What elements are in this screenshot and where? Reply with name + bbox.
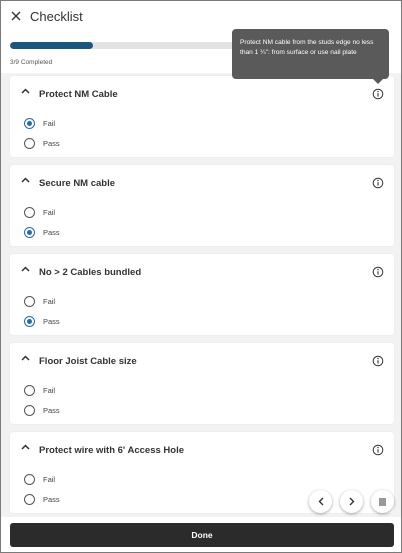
next-button[interactable]	[340, 490, 363, 513]
chevron-up-icon	[21, 177, 30, 183]
option-label: Fail	[43, 207, 56, 217]
fail-radio[interactable]	[24, 117, 35, 129]
checklist-item: No > 2 Cables bundled Fail Pass	[10, 254, 394, 335]
option-label: Pass	[43, 494, 60, 504]
checklist-item-header[interactable]: Protect wire with 6' Access Hole	[10, 432, 394, 462]
pass-radio[interactable]	[24, 137, 35, 149]
info-icon[interactable]	[372, 88, 384, 100]
checklist-item: Protect NM Cable Fail Pass	[10, 76, 394, 157]
pass-option[interactable]: Pass	[24, 314, 144, 328]
pass-radio[interactable]	[24, 493, 35, 505]
option-label: Fail	[43, 296, 56, 306]
list-menu-icon	[379, 498, 386, 505]
fail-radio[interactable]	[24, 473, 35, 485]
option-label: Fail	[43, 385, 56, 395]
progress-bar-fill	[10, 42, 94, 49]
chevron-up-icon	[21, 444, 30, 450]
chevron-up-icon	[21, 88, 30, 94]
info-icon[interactable]	[372, 444, 384, 456]
checklist-item-header[interactable]: Secure NM cable	[10, 165, 394, 195]
list-menu-button[interactable]	[371, 490, 394, 513]
pass-option[interactable]: Pass	[24, 136, 144, 150]
chevron-right-icon	[349, 497, 354, 506]
progress-bar	[10, 42, 260, 49]
chevron-up-icon	[21, 355, 30, 361]
checklist-item: Protect wire with 6' Access Hole Fail Pa…	[10, 432, 394, 513]
option-label: Fail	[43, 118, 56, 128]
chevron-up-icon	[21, 266, 30, 272]
info-icon[interactable]	[372, 355, 384, 367]
pass-radio[interactable]	[24, 404, 35, 416]
fail-radio[interactable]	[24, 206, 35, 218]
info-tooltip: Protect NM cable from the studs edge no …	[232, 29, 389, 84]
checklist-item: Floor Joist Cable size Fail Pass	[10, 343, 394, 424]
checklist-item: Secure NM cable Fail Pass	[10, 165, 394, 246]
done-button[interactable]: Done	[10, 523, 394, 547]
checklist-item-header[interactable]: Floor Joist Cable size	[10, 343, 394, 373]
checklist-item-title: Protect NM Cable	[39, 89, 118, 100]
close-button[interactable]	[7, 7, 25, 25]
checklist-item-header[interactable]: No > 2 Cables bundled	[10, 254, 394, 284]
checklist-item-header[interactable]: Protect NM Cable	[10, 76, 394, 106]
previous-button[interactable]	[309, 490, 332, 513]
checklist-screen: Checklist 3/9 Completed Protect NM Cable…	[0, 0, 402, 553]
option-label: Fail	[43, 474, 56, 484]
pass-radio[interactable]	[24, 226, 35, 238]
pass-option[interactable]: Pass	[24, 492, 144, 506]
pass-radio[interactable]	[24, 315, 35, 327]
checklist-item-title: Secure NM cable	[39, 178, 116, 189]
info-icon[interactable]	[372, 266, 384, 278]
fail-option[interactable]: Fail	[24, 205, 144, 219]
fail-option[interactable]: Fail	[24, 116, 144, 130]
fail-option[interactable]: Fail	[24, 472, 144, 486]
page-title: Checklist	[30, 9, 83, 24]
checklist-item-title: No > 2 Cables bundled	[39, 267, 142, 278]
progress-text: 3/9 Completed	[10, 59, 53, 66]
option-label: Pass	[43, 405, 60, 415]
pass-option[interactable]: Pass	[24, 225, 144, 239]
checklist-item-title: Floor Joist Cable size	[39, 356, 137, 367]
pass-option[interactable]: Pass	[24, 403, 144, 417]
chevron-left-icon	[318, 497, 323, 506]
checklist-content: Protect NM Cable Fail Pass Secure NM cab…	[1, 73, 401, 517]
fail-radio[interactable]	[24, 295, 35, 307]
option-label: Pass	[43, 138, 60, 148]
fail-radio[interactable]	[24, 384, 35, 396]
checklist-item-title: Protect wire with 6' Access Hole	[39, 445, 184, 456]
option-label: Pass	[43, 316, 60, 326]
fail-option[interactable]: Fail	[24, 294, 144, 308]
info-icon[interactable]	[372, 177, 384, 189]
option-label: Pass	[43, 227, 60, 237]
fail-option[interactable]: Fail	[24, 383, 144, 397]
close-icon	[11, 11, 21, 21]
